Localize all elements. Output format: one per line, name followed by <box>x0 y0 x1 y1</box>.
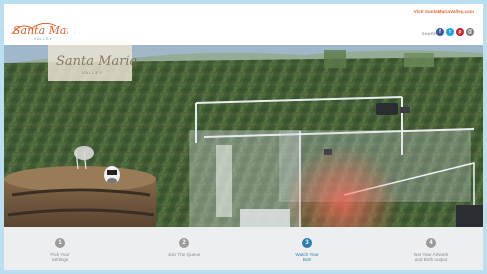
page: Santa Maria VALLEY Visit SantaMariaValle… <box>4 4 483 270</box>
logo-sub: VALLEY <box>34 37 53 41</box>
twitter-icon[interactable]: t <box>446 28 454 36</box>
banner-logo-sub: VALLEY <box>82 70 103 75</box>
share-label: SHARE <box>421 31 437 36</box>
email-icon[interactable]: @ <box>466 28 474 36</box>
santa-maria-logo[interactable]: Santa Maria VALLEY <box>10 18 68 42</box>
step-3-number: 3 <box>302 238 312 248</box>
header: Santa Maria VALLEY Visit SantaMariaValle… <box>4 4 483 44</box>
facebook-icon[interactable]: f <box>436 28 444 36</box>
banner-logo: Santa Maria <box>56 54 137 69</box>
step-2: 2 Join The Queue <box>139 238 229 257</box>
step-3: 3 Watch Your Bot! <box>262 238 352 263</box>
visit-link[interactable]: Visit SantaMariaValley.com <box>414 9 474 14</box>
steps-bar: 1 Pick Your Settings 2 Join The Queue 3 … <box>4 227 483 270</box>
step-2-label: Join The Queue <box>167 252 201 257</box>
step-1-number: 1 <box>55 238 65 248</box>
logo-text: Santa Maria <box>13 24 68 37</box>
step-2-number: 2 <box>179 238 189 248</box>
live-video-feed: Santa Maria VALLEY <box>4 45 483 227</box>
pinterest-icon[interactable]: p <box>456 28 464 36</box>
step-4: 4 Get Your Artwork and Both output <box>386 238 476 263</box>
step-1-label: Pick Your Settings <box>50 252 70 263</box>
step-3-label: Watch Your Bot! <box>295 252 319 263</box>
step-4-number: 4 <box>426 238 436 248</box>
wine-barrel <box>4 166 156 227</box>
step-1: 1 Pick Your Settings <box>15 238 105 263</box>
social-icons: f t p @ <box>436 28 474 36</box>
step-4-label: Get Your Artwork and Both output <box>413 252 449 263</box>
